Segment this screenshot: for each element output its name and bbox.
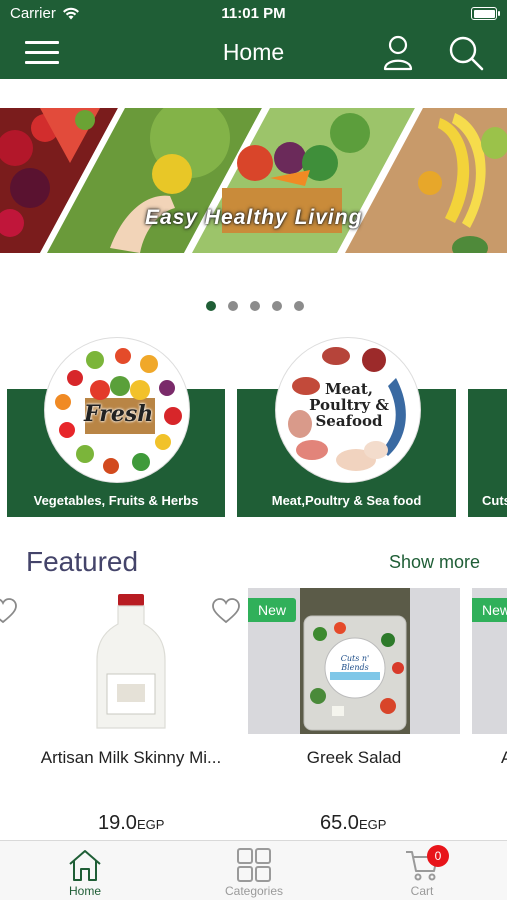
category-label: Meat,Poultry & Sea food bbox=[271, 493, 422, 508]
user-icon[interactable] bbox=[381, 34, 415, 72]
price-value: 65.0 bbox=[320, 812, 359, 834]
category-label: Cuts bbox=[482, 493, 507, 508]
tab-categories[interactable]: Categories bbox=[194, 841, 314, 900]
category-card-cuts[interactable]: Cuts bbox=[468, 389, 507, 517]
price-currency: EGP bbox=[358, 817, 387, 832]
featured-title: Featured bbox=[26, 546, 139, 577]
cart-count-badge: 0 bbox=[427, 845, 449, 867]
price-value: 19.0 bbox=[98, 812, 137, 834]
search-icon[interactable] bbox=[446, 34, 486, 72]
favorite-heart-icon[interactable] bbox=[0, 598, 17, 624]
page-title: Home bbox=[222, 39, 285, 65]
navigation-bar: Home bbox=[0, 28, 507, 79]
show-more-link[interactable]: Show more bbox=[389, 552, 480, 573]
product-price: 65.0EGP bbox=[320, 812, 386, 835]
page-dot[interactable] bbox=[272, 301, 282, 311]
new-badge: New bbox=[472, 598, 507, 622]
clock: 11:01 PM bbox=[221, 5, 286, 22]
battery-icon bbox=[471, 7, 500, 20]
category-circle-text: Fresh bbox=[84, 401, 154, 427]
product-name: A bbox=[501, 748, 507, 767]
price-currency: EGP bbox=[136, 817, 165, 832]
tab-label: Cart bbox=[410, 884, 434, 898]
category-label: Vegetables, Fruits & Herbs bbox=[33, 493, 199, 508]
product-image bbox=[25, 588, 237, 734]
promo-banner[interactable]: Easy Healthy Living bbox=[0, 108, 507, 253]
new-badge: New bbox=[248, 598, 297, 622]
product-name: Greek Salad bbox=[306, 748, 402, 767]
product-name: Artisan Milk Skinny Mi... bbox=[40, 748, 222, 767]
product-package-label: Cuts n' Blends bbox=[340, 654, 370, 672]
favorite-heart-icon[interactable] bbox=[212, 598, 240, 624]
tab-cart[interactable]: 0 Cart bbox=[362, 841, 482, 900]
banner-caption: Easy Healthy Living bbox=[145, 206, 363, 229]
banner-page-indicator[interactable] bbox=[206, 301, 304, 311]
page-dot[interactable] bbox=[228, 301, 238, 311]
tab-label: Home bbox=[68, 884, 101, 898]
page-dot[interactable] bbox=[294, 301, 304, 311]
page-dot[interactable] bbox=[206, 301, 216, 311]
grid-icon bbox=[237, 848, 271, 882]
category-circle-text: Meat, Poultry & Seafood bbox=[309, 380, 389, 430]
product-price: 19.0EGP bbox=[98, 812, 164, 835]
product-card[interactable]: New A bbox=[472, 588, 507, 788]
page-dot[interactable] bbox=[250, 301, 260, 311]
tab-bar: Home Categories 0 Cart bbox=[0, 840, 507, 900]
banner-image bbox=[0, 108, 507, 253]
tab-home[interactable]: Home bbox=[25, 841, 145, 900]
home-icon bbox=[69, 850, 101, 881]
tab-label: Categories bbox=[224, 884, 284, 898]
status-bar: Carrier 11:01 PM bbox=[0, 0, 507, 28]
